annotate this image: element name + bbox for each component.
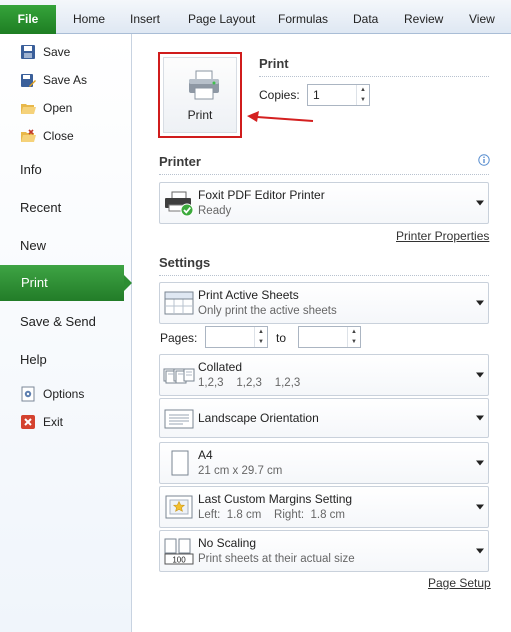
orientation-title: Landscape Orientation xyxy=(198,411,319,425)
collated-title: Collated xyxy=(198,360,243,374)
tab-view[interactable]: View xyxy=(469,5,495,34)
print-button-label: Print xyxy=(187,108,213,122)
tab-page-layout[interactable]: Page Layout xyxy=(188,5,255,34)
nav-info[interactable]: Info xyxy=(20,162,42,177)
margins-dropdown[interactable]: Last Custom Margins Setting Left: 1.8 cm… xyxy=(159,486,489,528)
nav-save-as-label: Save As xyxy=(43,73,88,87)
page-setup-link[interactable]: Page Setup xyxy=(428,576,491,590)
nav-close[interactable]: Close xyxy=(20,126,74,146)
printer-status: Ready xyxy=(198,205,232,217)
collation-dropdown[interactable]: Collated 1,2,3 1,2,3 1,2,3 xyxy=(159,354,489,396)
options-icon xyxy=(20,386,36,402)
scaling-dropdown[interactable]: 100 No Scaling Print sheets at their act… xyxy=(159,530,489,572)
pages-to-input[interactable]: ▲ ▼ xyxy=(298,326,361,348)
printer-properties-link[interactable]: Printer Properties xyxy=(396,229,489,243)
nav-open-label: Open xyxy=(43,101,73,115)
printer-section-title: Printer xyxy=(159,154,201,169)
stepper-up-icon[interactable]: ▲ xyxy=(348,327,360,337)
tab-file[interactable]: File xyxy=(0,5,56,34)
exit-icon xyxy=(20,414,36,430)
margins-desc: Left: 1.8 cm Right: 1.8 cm xyxy=(198,509,346,521)
stepper-up-icon[interactable]: ▲ xyxy=(357,85,369,95)
print-button[interactable]: Print xyxy=(158,52,242,138)
nav-print[interactable]: Print xyxy=(0,265,132,301)
chevron-down-icon xyxy=(476,300,484,306)
print-what-dropdown[interactable]: Print Active Sheets Only print the activ… xyxy=(159,282,489,324)
nav-exit[interactable]: Exit xyxy=(20,412,63,432)
close-folder-icon xyxy=(20,128,36,144)
collated-icon xyxy=(163,368,195,384)
tab-data[interactable]: Data xyxy=(353,5,378,34)
nav-exit-label: Exit xyxy=(43,415,64,429)
printer-name: Foxit PDF Editor Printer xyxy=(198,188,325,202)
open-folder-icon xyxy=(20,100,36,116)
tab-insert[interactable]: Insert xyxy=(130,5,160,34)
print-panel: Print Print Copies: 1 ▲ ▼ Printer Foxit … xyxy=(133,34,511,632)
landscape-icon xyxy=(164,409,194,429)
copies-label: Copies: xyxy=(259,88,300,102)
orientation-dropdown[interactable]: Landscape Orientation xyxy=(159,398,489,438)
settings-section-title: Settings xyxy=(159,255,211,270)
pages-from-input[interactable]: ▲ ▼ xyxy=(205,326,268,348)
to-label: to xyxy=(276,331,287,345)
nav-options[interactable]: Options xyxy=(20,384,84,404)
save-icon xyxy=(20,44,36,60)
tab-review[interactable]: Review xyxy=(404,5,443,34)
nav-help[interactable]: Help xyxy=(20,352,47,367)
paper-size-icon xyxy=(171,450,189,476)
chevron-down-icon xyxy=(476,415,484,421)
copies-value: 1 xyxy=(313,88,320,102)
stepper-down-icon[interactable]: ▼ xyxy=(348,337,360,347)
paper-size-title: A4 xyxy=(198,448,213,462)
margins-icon xyxy=(165,495,193,519)
annotation-arrow xyxy=(247,111,314,122)
nav-save[interactable]: Save xyxy=(20,42,70,62)
nav-new[interactable]: New xyxy=(20,238,46,253)
ribbon-tab-bar: File Home Insert Page Layout Formulas Da… xyxy=(0,0,511,34)
nav-save-send[interactable]: Save & Send xyxy=(20,314,96,329)
scaling-desc: Print sheets at their actual size xyxy=(198,553,355,565)
backstage-nav: Save Save As Open Close Info Recent New … xyxy=(0,34,132,632)
nav-save-label: Save xyxy=(43,45,71,59)
pages-label: Pages: xyxy=(160,331,198,345)
scaling-title: No Scaling xyxy=(198,536,257,550)
paper-size-desc: 21 cm x 29.7 cm xyxy=(198,465,283,477)
print-section-title: Print xyxy=(259,56,289,71)
stepper-up-icon[interactable]: ▲ xyxy=(255,327,267,337)
nav-open[interactable]: Open xyxy=(20,98,72,118)
nav-recent[interactable]: Recent xyxy=(20,200,61,215)
nav-options-label: Options xyxy=(43,387,85,401)
stepper-down-icon[interactable]: ▼ xyxy=(255,337,267,347)
tab-formulas[interactable]: Formulas xyxy=(278,5,328,34)
tab-home[interactable]: Home xyxy=(73,5,105,34)
collated-desc: 1,2,3 1,2,3 1,2,3 xyxy=(198,377,301,389)
paper-size-dropdown[interactable]: A4 21 cm x 29.7 cm xyxy=(159,442,489,484)
chevron-down-icon xyxy=(476,200,484,206)
scaling-icon-text: 100 xyxy=(172,555,186,564)
active-sheets-desc: Only print the active sheets xyxy=(198,305,337,317)
nav-save-as[interactable]: Save As xyxy=(20,70,87,90)
info-icon[interactable] xyxy=(478,154,490,166)
active-sheets-icon xyxy=(164,291,194,315)
copies-stepper[interactable]: 1 ▲ ▼ xyxy=(307,84,370,106)
chevron-down-icon xyxy=(476,548,484,554)
nav-close-label: Close xyxy=(43,129,74,143)
stepper-down-icon[interactable]: ▼ xyxy=(357,95,369,105)
chevron-down-icon xyxy=(476,460,484,466)
printer-icon xyxy=(189,70,219,100)
active-sheets-title: Print Active Sheets xyxy=(198,288,299,302)
printer-ready-icon xyxy=(165,191,194,217)
printer-dropdown[interactable]: Foxit PDF Editor Printer Ready xyxy=(159,182,489,224)
margins-title: Last Custom Margins Setting xyxy=(198,492,353,506)
chevron-down-icon xyxy=(476,504,484,510)
scaling-icon: 100 xyxy=(164,538,194,565)
chevron-down-icon xyxy=(476,372,484,378)
save-as-icon xyxy=(20,72,36,88)
